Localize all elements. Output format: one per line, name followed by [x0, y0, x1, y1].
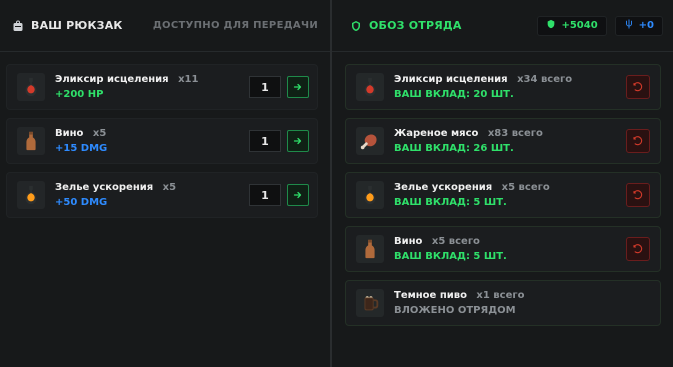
total-shield-value: +5040 — [561, 20, 598, 31]
item-stat: +50 DMG — [55, 197, 108, 208]
undo-icon — [633, 82, 643, 92]
item-name-line: Зелье ускорения x5 — [55, 182, 176, 193]
transfer-button[interactable] — [287, 184, 309, 206]
undo-contribution-button[interactable] — [626, 129, 650, 153]
transfer-amount-input[interactable]: 1 — [249, 76, 281, 98]
potion-orange-icon — [17, 181, 45, 209]
item-name: Зелье ускорения — [55, 182, 154, 193]
item-stat: +15 DMG — [55, 143, 108, 154]
caravan-item-name: Зелье ускорения — [394, 182, 493, 193]
caravan-item-total: x83 всего — [487, 128, 543, 139]
caravan-header: ОБОЗ ОТРЯДА +5040 +0 — [332, 0, 673, 52]
caravan-item-name: Темное пиво — [394, 290, 467, 301]
transfer-amount-input[interactable]: 1 — [249, 184, 281, 206]
caravan-name-line: Темное пиво x1 всего — [394, 290, 524, 301]
shield-icon — [350, 20, 362, 32]
item-stat: +200 HP — [55, 89, 104, 100]
item-name-line: Эликсир исцеления x11 — [55, 74, 198, 85]
item-actions: 1 — [249, 130, 309, 152]
item-name-line: Вино x5 — [55, 128, 107, 139]
potion-orange-icon — [356, 181, 384, 209]
caravan-item-total: x5 всего — [431, 236, 480, 247]
transfer-amount-input[interactable]: 1 — [249, 130, 281, 152]
item-qty: x11 — [178, 74, 199, 85]
undo-contribution-button[interactable] — [626, 75, 650, 99]
transfer-screen: ВАШ РЮКЗАК ДОСТУПНО ДЛЯ ПЕРЕДАЧИ Эликсир… — [0, 0, 673, 367]
potion-red-icon — [356, 73, 384, 101]
item-meta: Вино x5 +15 DMG — [55, 128, 107, 154]
caravan-item[interactable]: Темное пиво x1 всего ВЛОЖЕНО ОТРЯДОМ — [345, 280, 661, 326]
arrow-right-icon — [293, 137, 302, 145]
caravan-item[interactable]: Зелье ускорения x5 всего ВАШ ВКЛАД: 5 ШТ… — [345, 172, 661, 218]
undo-contribution-button[interactable] — [626, 183, 650, 207]
trident-icon — [624, 19, 634, 32]
caravan-item-name: Жареное мясо — [394, 128, 479, 139]
item-actions: 1 — [249, 184, 309, 206]
caravan-item[interactable]: Вино x5 всего ВАШ ВКЛАД: 5 ШТ. — [345, 226, 661, 272]
total-shield-pill: +5040 — [537, 15, 607, 36]
arrow-right-icon — [293, 83, 302, 91]
backpack-panel: ВАШ РЮКЗАК ДОСТУПНО ДЛЯ ПЕРЕДАЧИ Эликсир… — [0, 0, 330, 367]
undo-contribution-button[interactable] — [626, 237, 650, 261]
bottle-icon — [356, 235, 384, 263]
caravan-panel: ОБОЗ ОТРЯДА +5040 +0 Эликсир исцеления x… — [332, 0, 673, 367]
item-meta: Зелье ускорения x5 +50 DMG — [55, 182, 176, 208]
item-qty: x5 — [162, 182, 177, 193]
caravan-name-line: Жареное мясо x83 всего — [394, 128, 543, 139]
item-qty: x5 — [92, 128, 107, 139]
potion-red-icon — [17, 73, 45, 101]
item-meta: Эликсир исцеления x11 +200 HP — [55, 74, 198, 100]
undo-icon — [633, 244, 643, 254]
beer-mug-icon — [356, 289, 384, 317]
caravan-list: Эликсир исцеления x34 всего ВАШ ВКЛАД: 2… — [332, 52, 673, 326]
caravan-item-contrib: ВАШ ВКЛАД: 5 ШТ. — [394, 251, 507, 262]
backpack-list: Эликсир исцеления x11 +200 HP 1 Вино x5 … — [0, 52, 330, 218]
undo-icon — [633, 190, 643, 200]
undo-icon — [633, 136, 643, 146]
total-trident-pill: +0 — [614, 15, 663, 36]
backpack-item[interactable]: Вино x5 +15 DMG 1 — [6, 118, 318, 164]
caravan-name-line: Вино x5 всего — [394, 236, 507, 247]
meat-icon — [356, 127, 384, 155]
backpack-subtitle: ДОСТУПНО ДЛЯ ПЕРЕДАЧИ — [152, 20, 318, 31]
caravan-item-total: x34 всего — [517, 74, 573, 85]
shield-icon — [546, 19, 556, 32]
caravan-totals: +5040 +0 — [537, 15, 663, 36]
caravan-name-line: Эликсир исцеления x34 всего — [394, 74, 572, 85]
total-trident-value: +0 — [638, 20, 654, 31]
item-name: Вино — [55, 128, 84, 139]
backpack-item[interactable]: Зелье ускорения x5 +50 DMG 1 — [6, 172, 318, 218]
caravan-title: ОБОЗ ОТРЯДА — [369, 19, 462, 32]
item-name: Эликсир исцеления — [55, 74, 169, 85]
caravan-item[interactable]: Жареное мясо x83 всего ВАШ ВКЛАД: 26 ШТ. — [345, 118, 661, 164]
arrow-right-icon — [293, 191, 302, 199]
backpack-header: ВАШ РЮКЗАК ДОСТУПНО ДЛЯ ПЕРЕДАЧИ — [0, 0, 330, 52]
caravan-item[interactable]: Эликсир исцеления x34 всего ВАШ ВКЛАД: 2… — [345, 64, 661, 110]
backpack-item[interactable]: Эликсир исцеления x11 +200 HP 1 — [6, 64, 318, 110]
caravan-meta: Эликсир исцеления x34 всего ВАШ ВКЛАД: 2… — [394, 74, 572, 100]
caravan-item-total: x5 всего — [501, 182, 550, 193]
caravan-item-name: Эликсир исцеления — [394, 74, 508, 85]
caravan-item-contrib: ВАШ ВКЛАД: 5 ШТ. — [394, 197, 507, 208]
caravan-item-contrib: ВАШ ВКЛАД: 20 ШТ. — [394, 89, 514, 100]
transfer-button[interactable] — [287, 76, 309, 98]
item-actions: 1 — [249, 76, 309, 98]
caravan-meta: Жареное мясо x83 всего ВАШ ВКЛАД: 26 ШТ. — [394, 128, 543, 154]
transfer-button[interactable] — [287, 130, 309, 152]
backpack-title: ВАШ РЮКЗАК — [31, 19, 123, 32]
caravan-meta: Вино x5 всего ВАШ ВКЛАД: 5 ШТ. — [394, 236, 507, 262]
backpack-icon — [12, 20, 24, 32]
caravan-meta: Темное пиво x1 всего ВЛОЖЕНО ОТРЯДОМ — [394, 290, 524, 316]
caravan-name-line: Зелье ускорения x5 всего — [394, 182, 550, 193]
caravan-item-contrib: ВЛОЖЕНО ОТРЯДОМ — [394, 305, 516, 316]
caravan-item-name: Вино — [394, 236, 423, 247]
caravan-item-contrib: ВАШ ВКЛАД: 26 ШТ. — [394, 143, 514, 154]
caravan-item-total: x1 всего — [476, 290, 525, 301]
bottle-icon — [17, 127, 45, 155]
caravan-meta: Зелье ускорения x5 всего ВАШ ВКЛАД: 5 ШТ… — [394, 182, 550, 208]
